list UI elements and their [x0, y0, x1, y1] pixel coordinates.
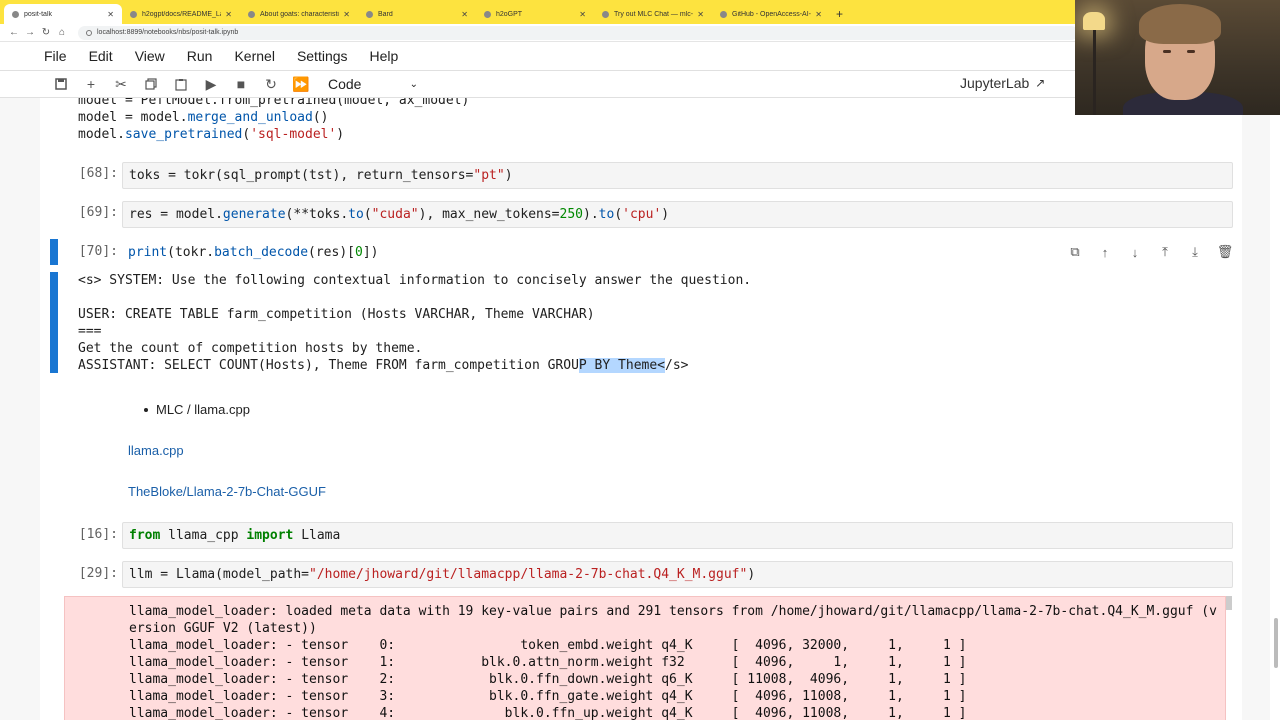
new-tab-button[interactable]: +	[830, 4, 849, 24]
eye-shape	[1187, 50, 1195, 53]
output-line: Get the count of competition hosts by th…	[78, 341, 423, 356]
jupyterlab-link[interactable]: JupyterLab ↗	[960, 75, 1045, 91]
url-input[interactable]: localhost:8899/notebooks/nbs/posit-talk.…	[78, 25, 1078, 40]
code-line[interactable]: model.save_pretrained('sql-model')	[78, 126, 344, 143]
notebook-panel: model = PeftModel.from_pretrained(model,…	[0, 98, 1280, 720]
stop-icon[interactable]: ■	[226, 73, 256, 95]
execution-count: [29]:	[78, 566, 118, 581]
browser-tab[interactable]: About goats: characteristics &✕	[240, 4, 358, 24]
cut-icon[interactable]: ✂	[106, 73, 136, 95]
code-cell[interactable]: [69]: res = model.generate(**toks.to("cu…	[50, 201, 1240, 228]
lamp-pole-shape	[1093, 30, 1096, 115]
favicon-icon	[12, 10, 19, 18]
code-cell[interactable]: [29]: llm = Llama(model_path="/home/jhow…	[50, 561, 1240, 588]
browser-tab[interactable]: posit-talk ✕	[4, 4, 122, 24]
close-icon[interactable]: ✕	[815, 10, 822, 19]
code-line[interactable]: model = PeftModel.from_pretrained(model,…	[78, 98, 469, 109]
code-cell[interactable]: [16]: from llama_cpp import Llama	[50, 522, 1240, 549]
github-icon	[720, 10, 727, 18]
execution-count: [68]:	[78, 166, 118, 181]
restart-icon[interactable]: ↻	[256, 73, 286, 95]
fast-forward-icon[interactable]: ⏩	[286, 73, 316, 95]
close-icon[interactable]: ✕	[107, 10, 114, 19]
paste-icon[interactable]	[166, 73, 196, 95]
execution-count: [16]:	[78, 527, 118, 542]
menu-run[interactable]: Run	[187, 48, 213, 64]
run-icon[interactable]: ▶	[196, 73, 226, 95]
close-icon[interactable]: ✕	[697, 10, 704, 19]
menu-help[interactable]: Help	[370, 48, 399, 64]
reload-icon[interactable]: ↻	[38, 27, 54, 38]
markdown-bullet: MLC / llama.cpp	[156, 402, 250, 417]
output-scrollbar[interactable]	[1226, 596, 1232, 610]
webcam-overlay	[1075, 0, 1280, 115]
output-line: ASSISTANT: SELECT COUNT(Hosts), Theme FR…	[78, 358, 689, 373]
duplicate-cell-icon[interactable]: ⧉	[1060, 243, 1090, 261]
llama-cpp-link[interactable]: llama.cpp	[128, 443, 184, 458]
forward-icon[interactable]: →	[22, 27, 38, 38]
external-link-icon: ↗	[1035, 76, 1046, 90]
favicon-icon	[484, 10, 491, 18]
output-line: <s> SYSTEM: Use the following contextual…	[78, 273, 752, 288]
move-up-icon[interactable]: ↑	[1090, 243, 1120, 261]
output-line: USER: CREATE TABLE farm_competition (Hos…	[78, 307, 595, 322]
menu-edit[interactable]: Edit	[89, 48, 113, 64]
cell-toolbar: ⧉ ↑ ↓ ⤒ ⤓ 🗑	[1060, 243, 1240, 261]
menu-file[interactable]: File	[44, 48, 67, 64]
execution-count: [70]:	[78, 244, 118, 259]
menu-settings[interactable]: Settings	[297, 48, 348, 64]
url-text: localhost:8899/notebooks/nbs/posit-talk.…	[97, 29, 239, 36]
trash-icon[interactable]: 🗑	[1210, 243, 1240, 261]
scrollbar-thumb[interactable]	[1274, 618, 1278, 668]
active-output-indicator	[50, 272, 58, 373]
menu-view[interactable]: View	[135, 48, 165, 64]
browser-tab[interactable]: Try out MLC Chat — mlc-llm 0✕	[594, 4, 712, 24]
insert-above-icon[interactable]: ⤒	[1150, 243, 1180, 261]
cell-type-select[interactable]: Code ⌄	[328, 76, 418, 92]
close-icon[interactable]: ✕	[579, 10, 586, 19]
code-input[interactable]: llm = Llama(model_path="/home/jhoward/gi…	[122, 561, 1233, 588]
execution-count: [69]:	[78, 205, 118, 220]
close-icon[interactable]: ✕	[343, 10, 350, 19]
github-icon	[602, 10, 609, 18]
code-input[interactable]: from llama_cpp import Llama	[122, 522, 1233, 549]
close-icon[interactable]: ✕	[461, 10, 468, 19]
thebloke-link[interactable]: TheBloke/Llama-2-7b-Chat-GGUF	[128, 484, 326, 499]
menu-kernel[interactable]: Kernel	[234, 48, 274, 64]
notebook-right-gutter	[1242, 98, 1270, 720]
insert-below-icon[interactable]: ⤓	[1180, 243, 1210, 261]
person-hair-shape	[1139, 4, 1221, 44]
code-line[interactable]: model = model.merge_and_unload()	[78, 109, 328, 126]
home-icon[interactable]: ⌂	[54, 27, 70, 38]
browser-tab[interactable]: Bard ✕	[358, 4, 476, 24]
code-input[interactable]: res = model.generate(**toks.to("cuda"), …	[122, 201, 1233, 228]
move-down-icon[interactable]: ↓	[1120, 243, 1150, 261]
github-icon	[130, 10, 137, 18]
lamp-shape	[1083, 12, 1105, 30]
output-line: ===	[78, 324, 102, 339]
close-icon[interactable]: ✕	[225, 10, 232, 19]
code-cell[interactable]: [68]: toks = tokr(sql_prompt(tst), retur…	[50, 162, 1240, 189]
browser-tab[interactable]: GitHub - OpenAccess-AI-Colle✕	[712, 4, 830, 24]
eye-shape	[1163, 50, 1171, 53]
text-selection: P BY Theme<	[578, 358, 665, 373]
add-cell-icon[interactable]: +	[76, 73, 106, 95]
chevron-down-icon: ⌄	[409, 78, 418, 90]
bard-icon	[366, 10, 373, 18]
browser-tab[interactable]: h2oGPT ✕	[476, 4, 594, 24]
back-icon[interactable]: ←	[6, 27, 22, 38]
info-icon[interactable]	[86, 29, 92, 36]
save-icon[interactable]	[46, 73, 76, 95]
bullet-icon	[144, 408, 148, 412]
code-input[interactable]: print(tokr.batch_decode(res)[0])	[128, 244, 378, 261]
notebook-left-gutter	[0, 98, 40, 720]
favicon-icon	[248, 10, 255, 18]
stderr-output: llama_model_loader: loaded meta data wit…	[64, 596, 1226, 720]
code-input[interactable]: toks = tokr(sql_prompt(tst), return_tens…	[122, 162, 1233, 189]
copy-icon[interactable]	[136, 73, 166, 95]
browser-tab[interactable]: h2ogpt/docs/README_LangCh✕	[122, 4, 240, 24]
